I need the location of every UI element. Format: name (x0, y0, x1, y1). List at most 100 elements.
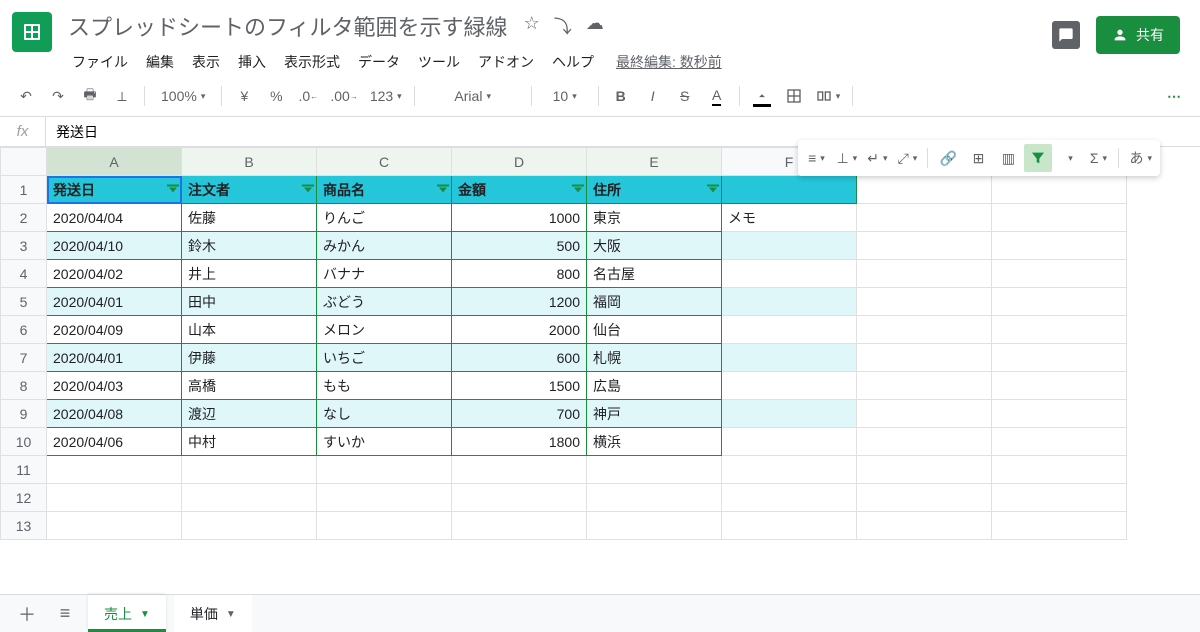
cell-D5[interactable]: 1200 (452, 288, 587, 316)
cell-C9[interactable]: なし (317, 400, 452, 428)
cell-A5[interactable]: 2020/04/01 (47, 288, 182, 316)
cell-F1[interactable] (722, 176, 857, 204)
cell-C5[interactable]: ぶどう (317, 288, 452, 316)
fill-color-button[interactable] (748, 82, 776, 110)
input-method-button[interactable]: あ (1125, 144, 1156, 172)
cell-A1[interactable]: 発送日 (47, 176, 182, 204)
cell-D9[interactable]: 700 (452, 400, 587, 428)
cell-E2[interactable]: 東京 (587, 204, 722, 232)
cell-B6[interactable]: 山本 (182, 316, 317, 344)
row-header-7[interactable]: 7 (1, 344, 47, 372)
halign-button[interactable]: ≡ (802, 144, 830, 172)
font-size-select[interactable]: 10 (540, 82, 590, 110)
cell-E3[interactable]: 大阪 (587, 232, 722, 260)
cell-A6[interactable]: 2020/04/09 (47, 316, 182, 344)
cell-G1[interactable] (857, 176, 992, 204)
cell-G10[interactable] (857, 428, 992, 456)
cell-B1[interactable]: 注文者 (182, 176, 317, 204)
cell-B2[interactable]: 佐藤 (182, 204, 317, 232)
cell-C4[interactable]: バナナ (317, 260, 452, 288)
cell-G7[interactable] (857, 344, 992, 372)
star-icon[interactable]: ☆ (524, 13, 540, 39)
menu-insert[interactable]: 挿入 (230, 48, 274, 76)
cell-A10[interactable]: 2020/04/06 (47, 428, 182, 456)
cell-E1[interactable]: 住所 (587, 176, 722, 204)
link-icon[interactable]: 🔗 (934, 144, 962, 172)
row-header-9[interactable]: 9 (1, 400, 47, 428)
menu-file[interactable]: ファイル (64, 48, 136, 76)
row-header-11[interactable]: 11 (1, 456, 47, 484)
cell-F4[interactable] (722, 260, 857, 288)
wrap-button[interactable]: ↵ (863, 144, 891, 172)
functions-button[interactable]: Σ (1084, 144, 1112, 172)
cell-H7[interactable] (992, 344, 1127, 372)
move-icon[interactable]: ⤵ (554, 13, 572, 39)
cell-H3[interactable] (992, 232, 1127, 260)
cell-D6[interactable]: 2000 (452, 316, 587, 344)
cell-C10[interactable]: すいか (317, 428, 452, 456)
cell-H4[interactable] (992, 260, 1127, 288)
more-button[interactable]: ⋯ (1160, 82, 1188, 110)
undo-icon[interactable]: ↶ (12, 82, 40, 110)
sheets-logo[interactable] (12, 12, 52, 52)
menu-data[interactable]: データ (350, 48, 408, 76)
col-header-D[interactable]: D (452, 148, 587, 176)
bold-button[interactable]: B (607, 82, 635, 110)
borders-button[interactable] (780, 82, 808, 110)
share-button[interactable]: 共有 (1096, 16, 1180, 54)
cell-D8[interactable]: 1500 (452, 372, 587, 400)
grid[interactable]: A B C D E F G H 1 発送日 注文者 商品名 金額 住所 2202… (0, 147, 1200, 577)
row-header-5[interactable]: 5 (1, 288, 47, 316)
merge-button[interactable] (812, 82, 845, 110)
sheet-tab-other[interactable]: 単価 ▼ (174, 595, 252, 632)
paint-format-icon[interactable]: ⟂ (108, 82, 136, 110)
row-header-2[interactable]: 2 (1, 204, 47, 232)
filter-icon[interactable] (169, 187, 177, 192)
cell-A3[interactable]: 2020/04/10 (47, 232, 182, 260)
row-header-4[interactable]: 4 (1, 260, 47, 288)
increase-decimal-button[interactable]: .00→ (326, 82, 361, 110)
comments-icon[interactable] (1052, 21, 1080, 49)
cloud-icon[interactable]: ☁ (586, 13, 604, 39)
add-sheet-button[interactable]: ＋ (12, 599, 42, 629)
cell-C7[interactable]: いちご (317, 344, 452, 372)
cell-D7[interactable]: 600 (452, 344, 587, 372)
cell-E7[interactable]: 札幌 (587, 344, 722, 372)
menu-addons[interactable]: アドオン (470, 48, 542, 76)
row-header-10[interactable]: 10 (1, 428, 47, 456)
currency-button[interactable]: ¥ (230, 82, 258, 110)
cell-D4[interactable]: 800 (452, 260, 587, 288)
cell-H1[interactable] (992, 176, 1127, 204)
filter-icon[interactable] (709, 187, 717, 192)
filter-views-button[interactable] (1054, 144, 1082, 172)
row-header-6[interactable]: 6 (1, 316, 47, 344)
cell-F5[interactable] (722, 288, 857, 316)
text-color-button[interactable]: A (703, 82, 731, 110)
cell-E6[interactable]: 仙台 (587, 316, 722, 344)
cell-C3[interactable]: みかん (317, 232, 452, 260)
cell-A4[interactable]: 2020/04/02 (47, 260, 182, 288)
cell-C8[interactable]: もも (317, 372, 452, 400)
col-header-A[interactable]: A (47, 148, 182, 176)
cell-F10[interactable] (722, 428, 857, 456)
cell-A2[interactable]: 2020/04/04 (47, 204, 182, 232)
cell-B4[interactable]: 井上 (182, 260, 317, 288)
col-header-C[interactable]: C (317, 148, 452, 176)
cell-F6[interactable] (722, 316, 857, 344)
cell-G5[interactable] (857, 288, 992, 316)
cell-H10[interactable] (992, 428, 1127, 456)
cell-B7[interactable]: 伊藤 (182, 344, 317, 372)
cell-C2[interactable]: りんご (317, 204, 452, 232)
percent-button[interactable]: % (262, 82, 290, 110)
italic-button[interactable]: I (639, 82, 667, 110)
menu-tools[interactable]: ツール (410, 48, 468, 76)
col-header-B[interactable]: B (182, 148, 317, 176)
cell-A7[interactable]: 2020/04/01 (47, 344, 182, 372)
comment-insert-icon[interactable]: ⊞ (964, 144, 992, 172)
cell-H5[interactable] (992, 288, 1127, 316)
row-header-12[interactable]: 12 (1, 484, 47, 512)
cell-B10[interactable]: 中村 (182, 428, 317, 456)
row-header-3[interactable]: 3 (1, 232, 47, 260)
cell-G6[interactable] (857, 316, 992, 344)
menu-edit[interactable]: 編集 (138, 48, 182, 76)
